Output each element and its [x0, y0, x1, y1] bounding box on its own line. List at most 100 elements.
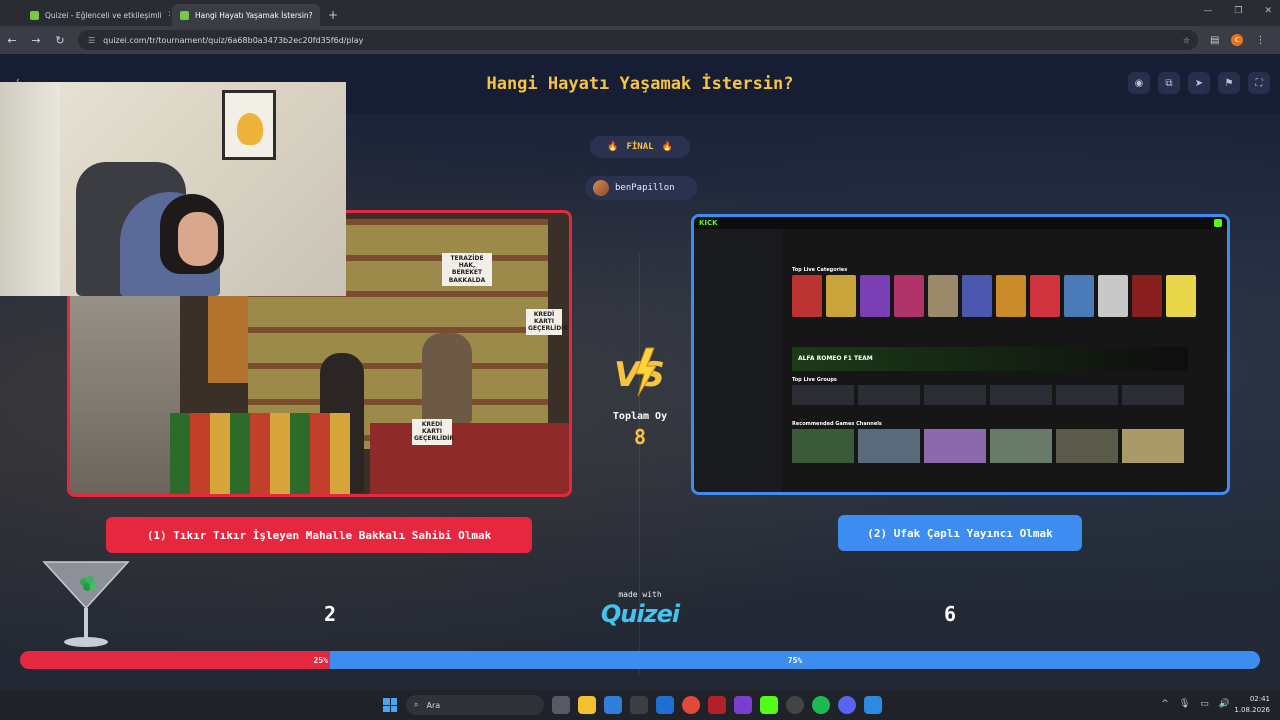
- category-tile: [996, 275, 1026, 317]
- back-arrow-icon[interactable]: ←: [0, 28, 24, 52]
- shop-counter: [370, 423, 569, 494]
- app-icon[interactable]: [708, 696, 726, 714]
- taskbar-search[interactable]: ⌕ Ara: [406, 695, 544, 715]
- webcam-overlay: [0, 82, 346, 296]
- send-icon[interactable]: ➤: [1188, 72, 1210, 94]
- search-placeholder: Ara: [426, 700, 441, 710]
- category-tile: [1132, 275, 1162, 317]
- channel-thumb: [1056, 429, 1118, 463]
- bookmark-star-icon[interactable]: ☆: [1183, 36, 1190, 45]
- task-view-icon[interactable]: [552, 696, 570, 714]
- kick-section-label: Top Live Groups: [792, 377, 837, 383]
- close-tab-icon[interactable]: ✕: [168, 10, 170, 20]
- chevron-up-icon[interactable]: ^: [1161, 699, 1169, 709]
- group-tile: [1122, 385, 1184, 405]
- category-tile: [1098, 275, 1128, 317]
- kick-sidebar: [694, 229, 782, 492]
- url-field[interactable]: ☰ quizei.com/tr/tournament/quiz/6a68b0a3…: [78, 30, 1198, 50]
- address-bar-row: ← → ↻ ☰ quizei.com/tr/tournament/quiz/6a…: [0, 26, 1280, 54]
- left-vote-count: 2: [323, 602, 337, 626]
- close-window-icon[interactable]: ✕: [1264, 6, 1272, 16]
- extensions-icon[interactable]: ▤: [1210, 35, 1219, 46]
- group-tile: [924, 385, 986, 405]
- right-progress-fill: 75%: [787, 655, 803, 665]
- right-vote-count: 6: [943, 602, 957, 626]
- credit-card-sign: KREDİ KARTI GEÇERLİDİR: [412, 419, 454, 445]
- edge-icon[interactable]: [604, 696, 622, 714]
- forward-arrow-icon[interactable]: →: [24, 28, 48, 52]
- discord-icon[interactable]: [838, 696, 856, 714]
- avatar: [593, 180, 609, 196]
- url-text: quizei.com/tr/tournament/quiz/6a68b0a347…: [103, 35, 364, 45]
- new-tab-button[interactable]: +: [322, 4, 344, 26]
- close-tab-icon[interactable]: ✕: [319, 10, 320, 20]
- banner-text: ALFA ROMEO F1 TEAM: [798, 355, 873, 362]
- maximize-icon[interactable]: ❐: [1234, 6, 1242, 16]
- vote-progress-bar: 25% 75%: [20, 651, 1260, 669]
- eye-icon[interactable]: ◉: [1128, 72, 1150, 94]
- volume-icon[interactable]: 🔊: [1219, 699, 1230, 709]
- channel-thumb: [990, 429, 1052, 463]
- taskbar-clock[interactable]: 02:41 1.08.2026: [1234, 694, 1270, 716]
- category-tile: [1166, 275, 1196, 317]
- left-progress-fill: 25%: [20, 651, 330, 669]
- app-icon[interactable]: [734, 696, 752, 714]
- search-icon: ⌕: [414, 700, 419, 709]
- window-controls: — ❐ ✕: [1203, 6, 1272, 16]
- browser-tab[interactable]: Quizei - Eğlenceli ve etkileşimli ✕: [22, 4, 170, 26]
- group-tile: [858, 385, 920, 405]
- category-tile: [792, 275, 822, 317]
- network-icon[interactable]: ▭: [1200, 699, 1209, 709]
- duck-poster: [222, 90, 276, 160]
- right-option-image[interactable]: KICK Top Live Categories ALFA ROMEO F1 T…: [691, 214, 1230, 495]
- quiz-page: ‹ Hangi Hayatı Yaşamak İstersin? ◉ ⧉ ➤ ⚑…: [0, 54, 1280, 690]
- quizei-logo[interactable]: Quizei: [590, 600, 690, 628]
- made-with-label: made with: [618, 590, 662, 599]
- category-tile: [860, 275, 890, 317]
- file-explorer-icon[interactable]: [578, 696, 596, 714]
- duck-icon: [237, 113, 263, 145]
- category-tile: [826, 275, 856, 317]
- spotify-icon[interactable]: [812, 696, 830, 714]
- round-badge-label: FİNAL: [626, 142, 654, 152]
- category-tile: [1064, 275, 1094, 317]
- username: benPapillon: [615, 183, 675, 193]
- kick-screenshot: KICK Top Live Categories ALFA ROMEO F1 T…: [694, 217, 1227, 492]
- windows-start-icon[interactable]: [383, 698, 397, 712]
- menu-dots-icon[interactable]: ⋮: [1255, 35, 1265, 46]
- browser-tab-bar: Quizei - Eğlenceli ve etkileşimli ✕ Hang…: [0, 0, 1280, 26]
- mail-icon[interactable]: [656, 696, 674, 714]
- fullscreen-icon[interactable]: ⛶: [1248, 72, 1270, 94]
- streamer-face: [178, 212, 218, 266]
- tab-title: Quizei - Eğlenceli ve etkileşimli: [45, 10, 162, 20]
- browser-tab-active[interactable]: Hangi Hayatı Yaşamak İstersin? ✕: [172, 4, 320, 26]
- kick-logo: KICK: [699, 219, 718, 227]
- taskbar-apps: [552, 696, 882, 714]
- kick-signup-chip: [1214, 219, 1222, 227]
- tab-title: Hangi Hayatı Yaşamak İstersin?: [195, 10, 313, 20]
- round-badge: 🔥 FİNAL 🔥: [590, 136, 690, 158]
- kick-app-icon[interactable]: [760, 696, 778, 714]
- category-tile: [962, 275, 992, 317]
- user-chip[interactable]: benPapillon: [585, 176, 697, 200]
- site-info-icon[interactable]: ☰: [88, 36, 95, 45]
- left-option-button[interactable]: (1) Tıkır Tıkır İşleyen Mahalle Bakkalı …: [106, 517, 532, 553]
- reload-icon[interactable]: ↻: [48, 28, 72, 52]
- minimize-icon[interactable]: —: [1203, 6, 1212, 16]
- mic-icon[interactable]: 🎙: [1179, 699, 1190, 709]
- profile-avatar[interactable]: C: [1231, 34, 1244, 46]
- app-icon[interactable]: [864, 696, 882, 714]
- category-tile: [894, 275, 924, 317]
- app-icon[interactable]: [786, 696, 804, 714]
- channel-thumb: [1122, 429, 1184, 463]
- store-icon[interactable]: [630, 696, 648, 714]
- quizei-favicon-icon: [30, 10, 39, 20]
- total-votes-value: 8: [633, 425, 647, 449]
- flag-icon[interactable]: ⚑: [1218, 72, 1240, 94]
- right-option-button[interactable]: (2) Ufak Çaplı Yayıncı Olmak: [838, 515, 1082, 551]
- share-icon[interactable]: ⧉: [1158, 72, 1180, 94]
- shop-sign: TERAZİDE HAK, BEREKET BAKKALDA: [442, 253, 492, 286]
- windows-taskbar: ⌕ Ara ^ 🎙 ▭ 🔊 02:41 1.08.2026: [0, 690, 1280, 720]
- kick-section-label: Recommended Games Channels: [792, 421, 882, 427]
- chrome-icon[interactable]: [682, 696, 700, 714]
